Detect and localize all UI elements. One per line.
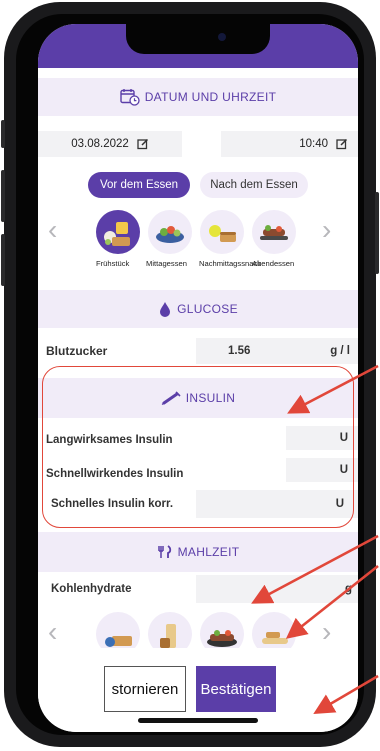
meal-lunch-option[interactable]: [148, 210, 192, 254]
meal-snack-option[interactable]: [200, 210, 244, 254]
section-datetime-title: DATUM UND UHRZEIT: [144, 90, 277, 104]
section-meal-title: MAHLZEIT: [177, 545, 240, 559]
section-datetime: DATUM UND UHRZEIT: [38, 78, 358, 116]
date-value: 03.08.2022: [71, 138, 129, 150]
home-indicator: [138, 718, 258, 723]
glucose-value: 1.56: [228, 345, 251, 357]
time-field[interactable]: 10:40: [221, 131, 358, 157]
section-meal: MAHLZEIT: [38, 532, 358, 572]
glucose-label: Blutzucker: [46, 344, 108, 358]
carbs-input[interactable]: g: [196, 575, 358, 603]
chevron-left-icon[interactable]: ‹: [48, 618, 57, 646]
edit-icon: [336, 138, 348, 150]
time-value: 10:40: [299, 138, 328, 150]
section-glucose-title: GLUCOSE: [177, 302, 238, 316]
calendar-clock-icon: [120, 89, 140, 106]
chevron-right-icon[interactable]: ›: [322, 618, 331, 646]
meal-dinner-option[interactable]: [252, 210, 296, 254]
section-glucose: GLUCOSE: [38, 290, 358, 328]
snack-icon: [209, 225, 236, 242]
edit-icon: [137, 138, 148, 150]
tab-after-meal[interactable]: Nach dem Essen: [200, 172, 308, 198]
mute-switch: [1, 120, 5, 148]
drop-icon: [160, 302, 171, 317]
volume-up-button: [1, 170, 5, 222]
annotation-highlight-ring: [42, 366, 354, 528]
cutlery-icon: [157, 545, 171, 558]
power-button: [375, 192, 379, 274]
carbs-unit: g: [344, 583, 352, 595]
meal-breakfast-option[interactable]: [96, 210, 140, 254]
meal-breakfast-label: Frühstück: [96, 259, 130, 268]
breakfast-icon: [104, 222, 130, 246]
date-field[interactable]: 03.08.2022: [38, 131, 182, 157]
meal-dinner-label: Abendessen: [252, 259, 295, 268]
dinner-icon: [260, 225, 288, 240]
chevron-left-icon[interactable]: ‹: [48, 216, 57, 244]
tab-before-meal[interactable]: Vor dem Essen: [88, 172, 190, 198]
glucose-unit: g / l: [330, 345, 350, 357]
meal-lunch-label: Mittagessen: [146, 259, 187, 268]
lunch-icon: [156, 226, 184, 243]
notch: [126, 24, 270, 54]
volume-down-button: [1, 234, 5, 286]
cancel-button[interactable]: stornieren: [104, 666, 186, 712]
glucose-input[interactable]: 1.56 g / l: [196, 338, 358, 364]
confirm-button[interactable]: Bestätigen: [196, 666, 276, 712]
carbs-label: Kohlenhydrate: [51, 583, 132, 595]
chevron-right-icon[interactable]: ›: [322, 216, 331, 244]
camera-icon: [218, 33, 226, 41]
